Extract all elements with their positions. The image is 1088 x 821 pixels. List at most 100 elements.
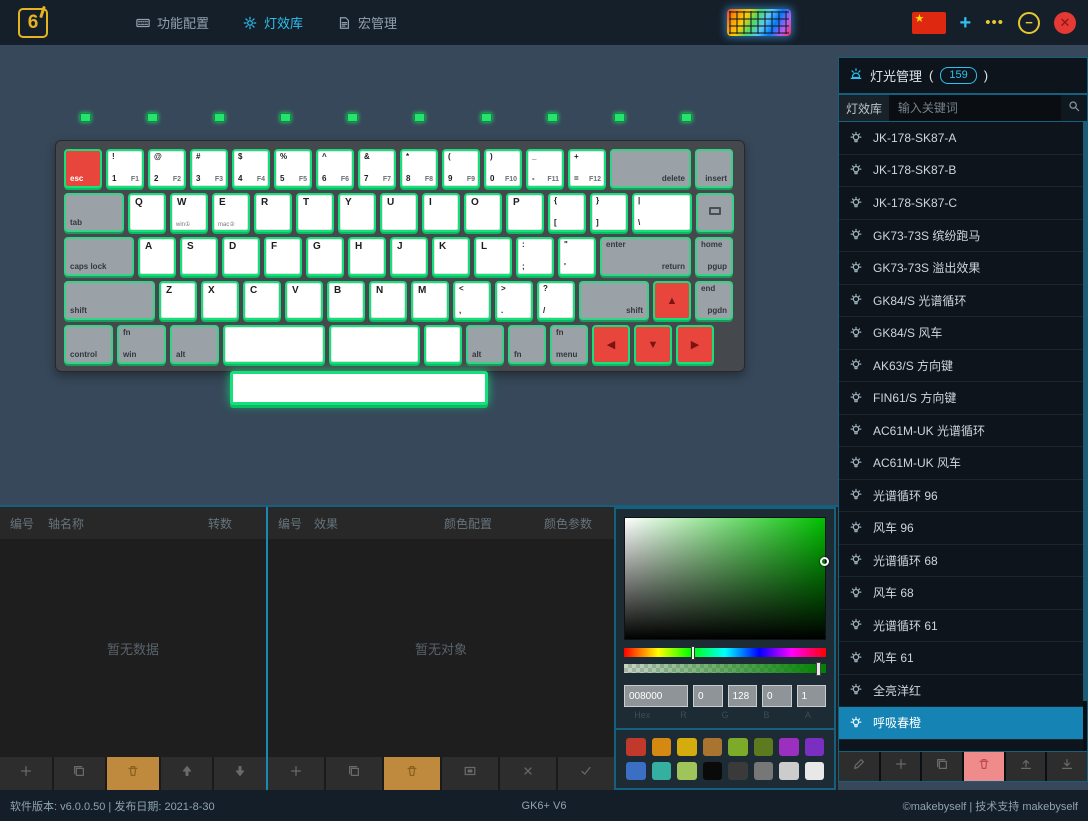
key-1[interactable]: !1F1 (106, 149, 144, 188)
key-4[interactable]: $4F4 (232, 149, 270, 188)
keyboard-preview-thumbnail[interactable] (727, 9, 791, 36)
add-button[interactable] (0, 757, 52, 790)
key-sym[interactable]: +=F12 (568, 149, 606, 188)
key-3[interactable]: #3F3 (190, 149, 228, 188)
key-l[interactable]: L (474, 237, 512, 276)
key-sym[interactable]: ▶ (676, 325, 714, 364)
scrollbar-thumb[interactable] (1083, 122, 1087, 701)
key-tab[interactable]: tab (64, 193, 124, 232)
key-sym[interactable]: |\ (632, 193, 692, 232)
down-button[interactable] (214, 757, 266, 790)
effect-item[interactable]: GK84/S 风车 (839, 317, 1087, 350)
search-input[interactable] (890, 95, 1061, 121)
alpha-input[interactable]: 1 (797, 685, 827, 707)
key-c[interactable]: C (243, 281, 281, 320)
key-fn[interactable]: fn (508, 325, 546, 364)
color-swatch[interactable] (754, 762, 774, 780)
key-delete[interactable]: delete (610, 149, 691, 188)
key-5[interactable]: %5F5 (274, 149, 312, 188)
effect-item[interactable]: 风车 68 (839, 577, 1087, 610)
effect-item[interactable]: 光谱循环 68 (839, 545, 1087, 578)
red-input[interactable]: 0 (693, 685, 723, 707)
upload-button[interactable] (1006, 752, 1046, 781)
key-alt[interactable]: alt (170, 325, 219, 364)
key-t[interactable]: T (296, 193, 334, 232)
effect-item[interactable]: GK73-73S 缤纷跑马 (839, 220, 1087, 253)
key-o[interactable]: O (464, 193, 502, 232)
key-w[interactable]: Wwin① (170, 193, 208, 232)
minimize-button[interactable]: − (1018, 12, 1040, 34)
edit-button[interactable] (839, 752, 879, 781)
key-0[interactable]: )0F10 (484, 149, 522, 188)
key-x[interactable]: X (201, 281, 239, 320)
language-flag-icon[interactable]: ★ (912, 12, 946, 34)
key-q[interactable]: Q (128, 193, 166, 232)
key-pgup[interactable]: homepgup (695, 237, 733, 276)
hue-slider-handle[interactable] (691, 646, 695, 660)
key-fn-icon[interactable] (696, 193, 734, 232)
key-6[interactable]: ^6F6 (316, 149, 354, 188)
delete-button[interactable] (107, 757, 159, 790)
add-language-button[interactable]: + (960, 13, 972, 33)
key-shift[interactable]: shift (579, 281, 649, 320)
key-2[interactable]: @2F2 (148, 149, 186, 188)
key-esc[interactable]: esc (64, 149, 102, 188)
key-return[interactable]: enterreturn (600, 237, 691, 276)
color-swatch[interactable] (703, 762, 723, 780)
color-swatch[interactable] (677, 762, 697, 780)
add-button[interactable] (268, 757, 324, 790)
key-8[interactable]: *8F8 (400, 149, 438, 188)
key-i[interactable]: I (422, 193, 460, 232)
color-swatch[interactable] (728, 762, 748, 780)
effect-item[interactable]: AK63/S 方向键 (839, 350, 1087, 383)
effect-item[interactable]: GK73-73S 溢出效果 (839, 252, 1087, 285)
key-shift[interactable]: shift (64, 281, 155, 320)
close-button[interactable]: ✕ (1054, 12, 1076, 34)
key-space[interactable] (329, 325, 420, 364)
key-sym[interactable]: >. (495, 281, 533, 320)
key-g[interactable]: G (306, 237, 344, 276)
cancel-button[interactable] (500, 757, 556, 790)
key-space[interactable] (424, 325, 462, 364)
key-sym[interactable]: {[ (548, 193, 586, 232)
color-swatch[interactable] (626, 762, 646, 780)
key-s[interactable]: S (180, 237, 218, 276)
color-swatch[interactable] (703, 738, 723, 756)
effect-item[interactable]: 光谱循环 61 (839, 610, 1087, 643)
key-menu[interactable]: fnmenu (550, 325, 588, 364)
add-button[interactable] (881, 752, 921, 781)
copy-button[interactable] (54, 757, 106, 790)
alpha-slider-handle[interactable] (816, 662, 821, 676)
color-swatch[interactable] (626, 738, 646, 756)
key-sym[interactable]: ▲ (653, 281, 691, 320)
key-sym[interactable]: <, (453, 281, 491, 320)
nav-tab-1[interactable]: 灯效库 (243, 13, 303, 32)
effect-item[interactable]: AC61M-UK 光谱循环 (839, 415, 1087, 448)
key-m[interactable]: M (411, 281, 449, 320)
key-j[interactable]: J (390, 237, 428, 276)
key-sym[interactable]: ?/ (537, 281, 575, 320)
effect-item[interactable]: JK-178-SK87-B (839, 155, 1087, 188)
download-button[interactable] (1047, 752, 1087, 781)
hex-input[interactable]: 008000 (624, 685, 688, 707)
key-n[interactable]: N (369, 281, 407, 320)
key-z[interactable]: Z (159, 281, 197, 320)
key-sym[interactable]: :; (516, 237, 554, 276)
key-7[interactable]: &7F7 (358, 149, 396, 188)
key-sym[interactable]: ▼ (634, 325, 672, 364)
key-9[interactable]: (9F9 (442, 149, 480, 188)
effect-item[interactable]: 风车 61 (839, 642, 1087, 675)
key-sym[interactable]: _-F11 (526, 149, 564, 188)
key-p[interactable]: P (506, 193, 544, 232)
color-swatch[interactable] (754, 738, 774, 756)
preview-button[interactable] (442, 757, 498, 790)
up-button[interactable] (161, 757, 213, 790)
confirm-button[interactable] (558, 757, 614, 790)
key-win[interactable]: fnwin (117, 325, 166, 364)
key-alt[interactable]: alt (466, 325, 504, 364)
effect-item[interactable]: GK84/S 光谱循环 (839, 285, 1087, 318)
key-r[interactable]: R (254, 193, 292, 232)
key-sym[interactable]: }] (590, 193, 628, 232)
key-k[interactable]: K (432, 237, 470, 276)
key-h[interactable]: H (348, 237, 386, 276)
